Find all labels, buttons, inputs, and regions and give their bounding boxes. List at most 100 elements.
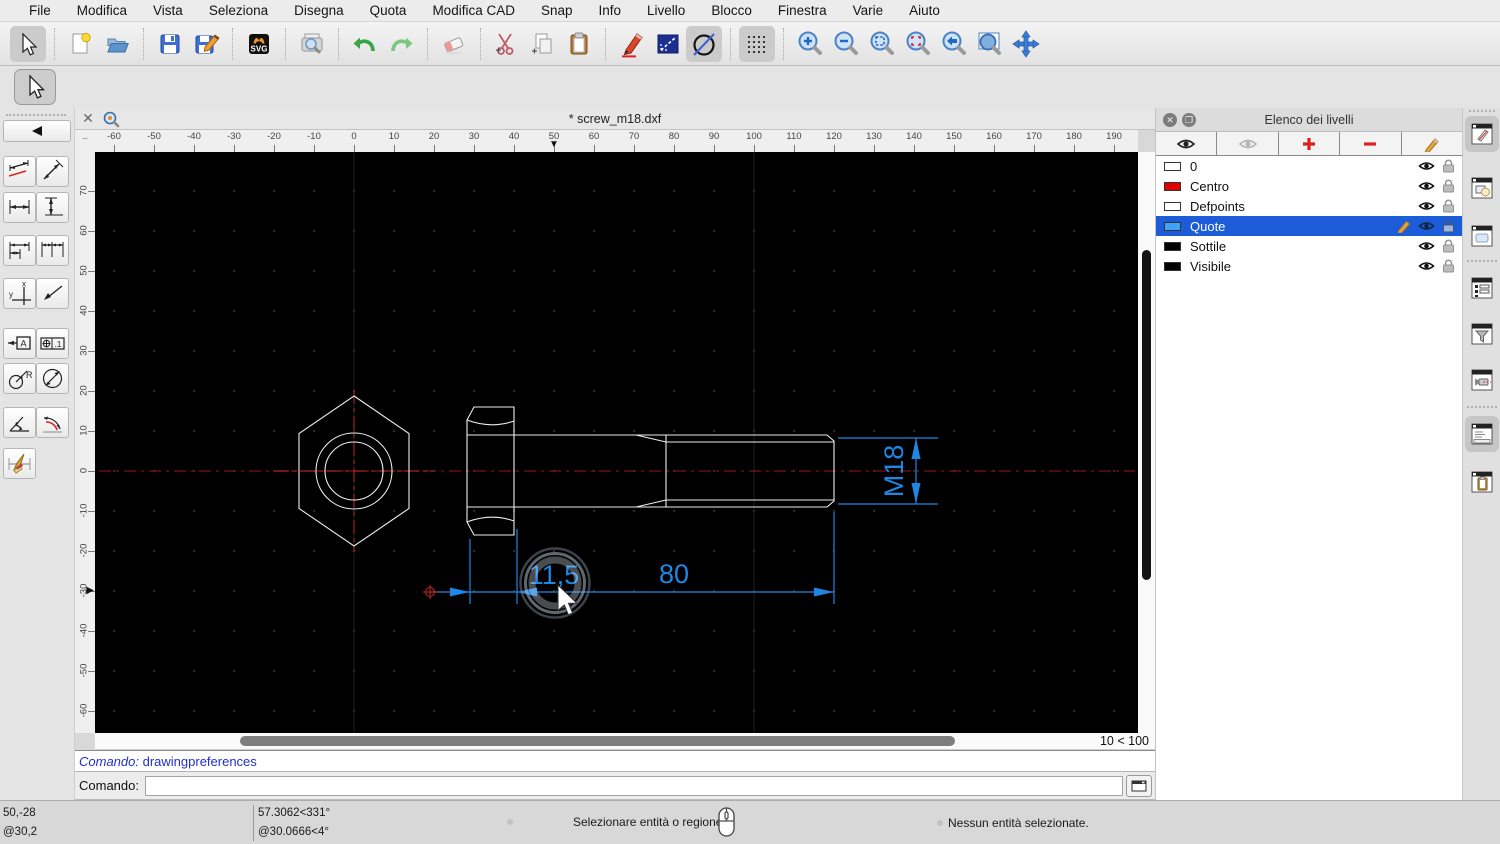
layer-row-quote[interactable]: Quote [1156, 216, 1462, 236]
dimension-arc-button[interactable] [36, 407, 69, 438]
menu-modifica-cad[interactable]: Modifica CAD [419, 0, 528, 22]
dim-text-length[interactable]: 80 [659, 559, 689, 589]
dimension-baseline-button[interactable] [3, 235, 36, 266]
panel-close-button[interactable]: ✕ [1163, 113, 1177, 127]
layer-visible-icon[interactable] [1418, 260, 1435, 272]
horizontal-scrollbar[interactable]: 10 < 100 [95, 733, 1155, 750]
layer-visible-icon[interactable] [1418, 220, 1435, 232]
menu-aiuto[interactable]: Aiuto [896, 0, 953, 22]
draft-mode-button[interactable] [686, 25, 722, 62]
svg-text:y: y [9, 290, 13, 299]
menu-disegna[interactable]: Disegna [281, 0, 357, 22]
filter-panel-button[interactable] [1465, 316, 1499, 352]
hide-all-layers-button[interactable] [1217, 132, 1279, 155]
zoom-out-button[interactable] [828, 26, 864, 62]
layer-row-defpoints[interactable]: Defpoints [1156, 196, 1462, 216]
menu-quota[interactable]: Quota [357, 0, 420, 22]
layer-list-panel-button[interactable] [1465, 116, 1499, 152]
layer-lock-icon[interactable] [1442, 179, 1455, 193]
layer-row-0[interactable]: 0 [1156, 156, 1462, 176]
command-window-button[interactable] [1126, 774, 1152, 797]
cut-button[interactable] [489, 26, 525, 62]
svg-export-button[interactable]: SVG [241, 26, 277, 62]
menu-snap[interactable]: Snap [528, 0, 586, 22]
menu-info[interactable]: Info [586, 0, 635, 22]
show-all-layers-button[interactable] [1156, 132, 1218, 155]
auto-zoom-button[interactable] [864, 26, 900, 62]
dimension-radial-button[interactable]: R [3, 363, 36, 394]
menu-blocco[interactable]: Blocco [698, 0, 765, 22]
block-list-panel-button[interactable] [1465, 170, 1499, 206]
new-document-button[interactable] [63, 26, 99, 62]
layer-lock-icon[interactable] [1442, 239, 1455, 253]
dimension-horizontal-button[interactable] [3, 192, 36, 223]
add-layer-button[interactable] [1278, 132, 1341, 155]
dim-text-thread[interactable]: M18 [879, 445, 909, 498]
layer-row-centro[interactable]: Centro [1156, 176, 1462, 196]
active-tool-pointer-button[interactable] [14, 69, 56, 105]
save-as-button[interactable] [188, 26, 224, 62]
dimension-update-button[interactable] [3, 448, 36, 479]
layer-lock-icon[interactable] [1442, 259, 1455, 273]
redo-button[interactable] [383, 26, 419, 62]
layer-visible-icon[interactable] [1418, 180, 1435, 192]
modify-properties-button[interactable] [614, 26, 650, 62]
delete-button[interactable] [436, 26, 472, 62]
zoom-window-button[interactable] [972, 26, 1008, 62]
horizontal-scrollbar-thumb[interactable] [240, 736, 955, 746]
dimension-aligned-icon [8, 160, 29, 177]
pan-button[interactable] [1008, 26, 1044, 62]
back-button[interactable] [3, 120, 71, 142]
panel-float-button[interactable]: ❐ [1182, 113, 1196, 127]
layer-visible-icon[interactable] [1418, 200, 1435, 212]
leader-button[interactable] [36, 278, 69, 309]
paste-button[interactable] [561, 26, 597, 62]
dimension-vertical-button[interactable] [36, 192, 69, 223]
menu-finestra[interactable]: Finestra [765, 0, 840, 22]
dimension-angular-button[interactable] [3, 407, 36, 438]
dimension-label-button[interactable]: A [3, 328, 36, 359]
layer-edit-pencil-icon[interactable] [1397, 219, 1411, 233]
selection-filter-panel-button[interactable] [1465, 270, 1499, 306]
menu-file[interactable]: File [16, 0, 64, 22]
dimension-ordinate-button[interactable]: xy [3, 278, 36, 309]
command-input[interactable] [144, 775, 1123, 796]
layer-row-visibile[interactable]: Visibile [1156, 256, 1462, 276]
edit-layer-button[interactable] [1401, 132, 1463, 155]
selection-pointer-button[interactable] [10, 25, 46, 62]
property-editor-panel-button[interactable] [1465, 218, 1499, 254]
open-file-button[interactable] [99, 26, 135, 62]
layer-lock-icon[interactable] [1442, 159, 1455, 173]
undo-button[interactable] [347, 26, 383, 62]
menu-livello[interactable]: Livello [634, 0, 698, 22]
grid-toggle-button[interactable] [739, 25, 775, 62]
zoom-selection-button[interactable] [900, 26, 936, 62]
layer-visible-icon[interactable] [1418, 240, 1435, 252]
menu-vista[interactable]: Vista [140, 0, 196, 22]
copy-button[interactable] [525, 26, 561, 62]
menu-modifica[interactable]: Modifica [64, 0, 140, 22]
drawing-canvas[interactable]: 11,5 80 M18 [95, 152, 1138, 733]
layer-row-sottile[interactable]: Sottile [1156, 236, 1462, 256]
dimension-aligned-button[interactable] [3, 156, 36, 187]
menu-seleziona[interactable]: Seleziona [196, 0, 281, 22]
layer-lock-icon[interactable] [1442, 219, 1455, 233]
print-preview-button[interactable] [294, 26, 330, 62]
view-panel-button[interactable] [1465, 362, 1499, 398]
zoom-in-button[interactable] [792, 26, 828, 62]
remove-layer-button[interactable] [1340, 132, 1402, 155]
layer-visible-icon[interactable] [1418, 160, 1435, 172]
save-button[interactable] [152, 26, 188, 62]
vertical-scrollbar-thumb[interactable] [1142, 250, 1151, 580]
layer-lock-icon[interactable] [1442, 199, 1455, 213]
clipboard-panel-button[interactable] [1465, 464, 1499, 500]
dimension-diametric-button[interactable] [36, 363, 69, 394]
dimension-continue-button[interactable] [36, 235, 69, 266]
dimension-tolerance-button[interactable]: .1 [36, 328, 69, 359]
dimension-rotated-button[interactable] [36, 156, 69, 187]
lineweight-display-button[interactable] [650, 26, 686, 62]
menu-varie[interactable]: Varie [840, 0, 897, 22]
vertical-scrollbar[interactable] [1138, 152, 1155, 733]
previous-view-button[interactable] [936, 26, 972, 62]
command-line-panel-button[interactable] [1465, 416, 1499, 452]
